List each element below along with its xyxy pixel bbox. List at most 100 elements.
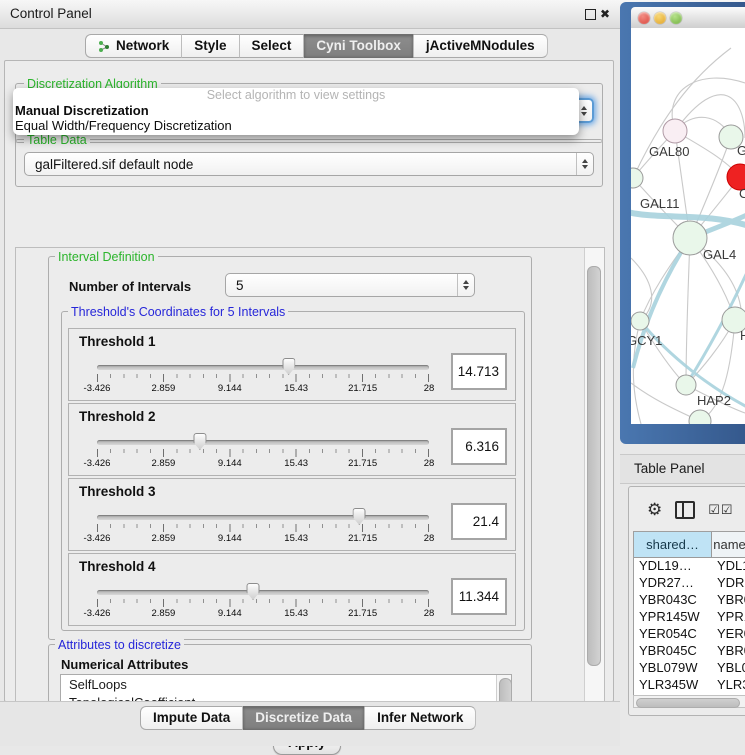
threshold-4-slider[interactable] — [97, 590, 429, 595]
tab-select[interactable]: Select — [240, 34, 305, 58]
tick-label: 9.144 — [218, 608, 242, 619]
threshold-2-slider-thumb[interactable] — [193, 433, 206, 450]
table-row[interactable]: YDL19… YDL1 — [634, 558, 745, 575]
split-view-icon[interactable] — [675, 501, 695, 519]
checkbox-icons[interactable]: ☑☑ — [708, 502, 733, 518]
threshold-4-panel: Threshold 4 -3.4262.8599.14415.4321.7152… — [68, 553, 516, 626]
table-row[interactable]: YBL079W YBL0 — [634, 660, 745, 677]
tick-label: 9.144 — [218, 533, 242, 544]
interval-definition-groupbox: Interval Definition Number of Intervals … — [48, 256, 532, 640]
slider-ticks — [97, 524, 429, 532]
float-window-icon[interactable] — [585, 9, 596, 20]
viewport-scrollbar[interactable] — [584, 248, 604, 726]
tick-label: 21.715 — [348, 608, 377, 619]
bottom-strip: Impute Data Discretize Data Infer Networ… — [0, 701, 620, 746]
node-gal4 — [673, 221, 707, 255]
numerical-attributes-label: Numerical Attributes — [61, 657, 188, 672]
network-canvas[interactable]: GAL80 GAL11 GAL4 GCY1 HAP2 G C H — [631, 28, 745, 424]
tick-label: 28 — [424, 458, 435, 469]
tick-label: -3.426 — [84, 458, 111, 469]
threshold-3-panel: Threshold 3 -3.4262.8599.14415.4321.7152… — [68, 478, 516, 551]
dropdown-hint-option[interactable]: Select algorithm to view settings — [13, 88, 579, 103]
close-traffic-light[interactable] — [638, 12, 650, 24]
tab-network[interactable]: Network — [85, 34, 182, 58]
threshold-1-value-field[interactable]: 14.713 — [451, 353, 507, 390]
column-header-name[interactable]: name — [712, 532, 745, 557]
table-row[interactable]: YBR045C YBR0 — [634, 643, 745, 660]
tab-impute-data[interactable]: Impute Data — [140, 706, 243, 730]
tick-label: 9.144 — [218, 383, 242, 394]
combo-stepper-icon — [576, 153, 593, 175]
table-panel: ⚙ ☑☑ shared… name YDL19… YDL1 YDR27… YDR… — [628, 486, 745, 716]
table-row[interactable]: YDR27… YDR2 — [634, 575, 745, 592]
table-toolbar: ⚙ ☑☑ — [633, 493, 745, 527]
threshold-2-panel: Threshold 2 -3.4262.8599.14415.4321.7152… — [68, 403, 516, 476]
threshold-2-slider[interactable] — [97, 440, 429, 445]
threshold-1-slider-thumb[interactable] — [282, 358, 295, 375]
threshold-1-slider[interactable] — [97, 365, 429, 370]
tab-jactivemnodules[interactable]: jActiveMNodules — [414, 34, 548, 58]
label-gal11: GAL11 — [640, 196, 680, 211]
algorithm-dropdown-popup: Select algorithm to view settings Manual… — [13, 88, 579, 135]
tick-label: 2.859 — [152, 533, 176, 544]
table-row[interactable]: YLR345W YLR3 — [634, 677, 745, 694]
slider-tick-labels: -3.4262.8599.14415.4321.71528 — [97, 458, 429, 470]
top-tabstrip: Network Style Select Cyni Toolbox jActiv… — [85, 34, 548, 58]
table-row[interactable]: YPR145W YPR1 — [634, 609, 745, 626]
tick-label: 28 — [424, 608, 435, 619]
thresholds-group-title: Threshold's Coordinates for 5 Intervals — [68, 306, 288, 318]
network-window-titlebar[interactable] — [631, 7, 745, 29]
tick-label: 28 — [424, 533, 435, 544]
cyni-toolbox-panel: Discretization Algorithm Table Data galF… — [4, 60, 614, 702]
table-horizontal-scrollbar[interactable] — [633, 695, 745, 708]
slider-ticks — [97, 599, 429, 607]
table-data-group-title: Table Data — [24, 134, 90, 146]
dropdown-option-equal-width[interactable]: Equal Width/Frequency Discretization — [13, 118, 579, 133]
tick-label: 21.715 — [348, 458, 377, 469]
tab-cyni-toolbox[interactable]: Cyni Toolbox — [304, 34, 414, 58]
label-gal80: GAL80 — [649, 144, 689, 159]
node-gal80 — [663, 119, 687, 143]
threshold-4-label: Threshold 4 — [79, 559, 156, 574]
threshold-3-label: Threshold 3 — [79, 484, 156, 499]
threshold-3-slider[interactable] — [97, 515, 429, 520]
zoom-traffic-light[interactable] — [670, 12, 682, 24]
minimize-traffic-light[interactable] — [654, 12, 666, 24]
node-gcy1 — [631, 312, 649, 330]
threshold-4-slider-thumb[interactable] — [247, 583, 260, 600]
attribute-list-item[interactable]: SelfLoops — [61, 675, 511, 693]
num-intervals-combobox[interactable]: 5 — [225, 273, 475, 297]
threshold-2-value-field[interactable]: 6.316 — [451, 428, 507, 465]
threshold-1-panel: Threshold 1 -3.4262.8599.14415.4321.7152… — [68, 328, 516, 401]
threshold-3-slider-thumb[interactable] — [353, 508, 366, 525]
node-hap2 — [676, 375, 696, 395]
threshold-4-value-field[interactable]: 11.344 — [451, 578, 507, 615]
close-icon[interactable]: ✖ — [600, 7, 610, 21]
network-icon — [98, 40, 111, 53]
tick-label: 28 — [424, 383, 435, 394]
node-bottom — [689, 410, 711, 424]
tab-infer-network[interactable]: Infer Network — [365, 706, 476, 730]
attributes-group-title: Attributes to discretize — [55, 639, 184, 651]
num-intervals-label: Number of Intervals — [69, 279, 191, 294]
settings-scroll-viewport: Interval Definition Number of Intervals … — [15, 247, 605, 727]
dropdown-option-manual[interactable]: Manual Discretization — [13, 103, 579, 118]
slider-ticks — [97, 374, 429, 382]
slider-tick-labels: -3.4262.8599.14415.4321.71528 — [97, 383, 429, 395]
node-table[interactable]: shared… name YDL19… YDL1 YDR27… YDR2 YBR… — [633, 531, 745, 697]
gear-icon[interactable]: ⚙ — [647, 500, 662, 520]
bottom-tabstrip: Impute Data Discretize Data Infer Networ… — [140, 706, 476, 730]
table-data-groupbox: Table Data galFiltered.sif default node — [15, 139, 603, 187]
threshold-2-label: Threshold 2 — [79, 409, 156, 424]
table-data-combobox[interactable]: galFiltered.sif default node — [24, 152, 594, 176]
tab-style[interactable]: Style — [182, 34, 239, 58]
node-gal11 — [631, 168, 643, 188]
table-row[interactable]: YBR043C YBR0 — [634, 592, 745, 609]
table-row[interactable]: YER054C YER0 — [634, 626, 745, 643]
tick-label: -3.426 — [84, 533, 111, 544]
threshold-1-label: Threshold 1 — [79, 334, 156, 349]
tab-discretize-data[interactable]: Discretize Data — [243, 706, 365, 730]
threshold-3-value-field[interactable]: 21.4 — [451, 503, 507, 540]
tick-label: 9.144 — [218, 458, 242, 469]
column-header-shared-name[interactable]: shared… — [634, 532, 712, 557]
